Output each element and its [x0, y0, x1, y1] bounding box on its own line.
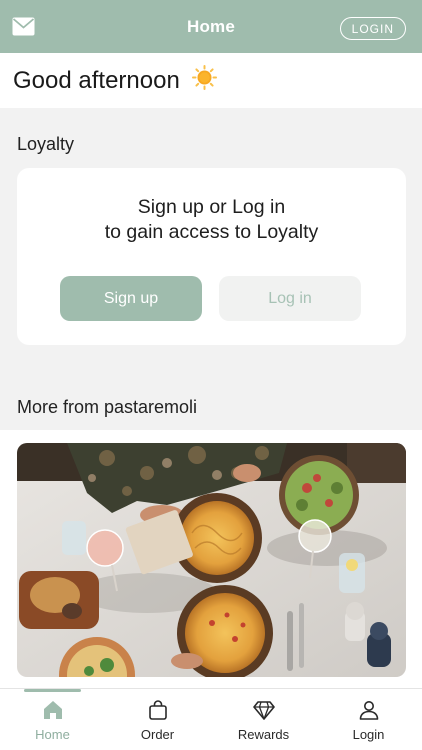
greeting-text: Good afternoon: [13, 67, 180, 94]
promo-image[interactable]: [17, 443, 406, 677]
loyalty-prompt-line2: to gain access to Loyalty: [104, 221, 319, 243]
top-bar: Home LOGIN: [0, 0, 422, 53]
loyalty-prompt-line1: Sign up or Log in: [137, 196, 286, 218]
more-section-title: More from pastaremoli: [17, 397, 198, 417]
tab-home[interactable]: Home: [0, 689, 105, 750]
sign-up-button[interactable]: Sign up: [60, 276, 202, 321]
diamond-icon: [252, 701, 275, 720]
page-title: Home: [186, 16, 236, 36]
loyalty-card: Sign up or Log in to gain access to Loya…: [17, 168, 406, 345]
tab-label-home: Home: [35, 727, 70, 742]
bag-icon: [148, 700, 167, 720]
loyalty-section-title: Loyalty: [17, 134, 75, 154]
log-in-button[interactable]: Log in: [219, 276, 361, 321]
home-icon: [43, 701, 62, 719]
active-tab-indicator: [24, 689, 81, 692]
sun-icon: [192, 65, 217, 90]
tab-label-rewards: Rewards: [237, 727, 290, 742]
tab-rewards[interactable]: Rewards: [211, 689, 316, 750]
bottom-tab-bar: Home Order Rewards Login: [0, 688, 422, 750]
tab-label-login: Login: [352, 727, 385, 742]
tab-order[interactable]: Order: [105, 689, 210, 750]
mail-icon[interactable]: [12, 17, 35, 36]
login-button[interactable]: LOGIN: [339, 17, 406, 40]
tab-login[interactable]: Login: [316, 689, 421, 750]
tab-label-order: Order: [140, 727, 175, 742]
person-icon: [359, 701, 378, 720]
